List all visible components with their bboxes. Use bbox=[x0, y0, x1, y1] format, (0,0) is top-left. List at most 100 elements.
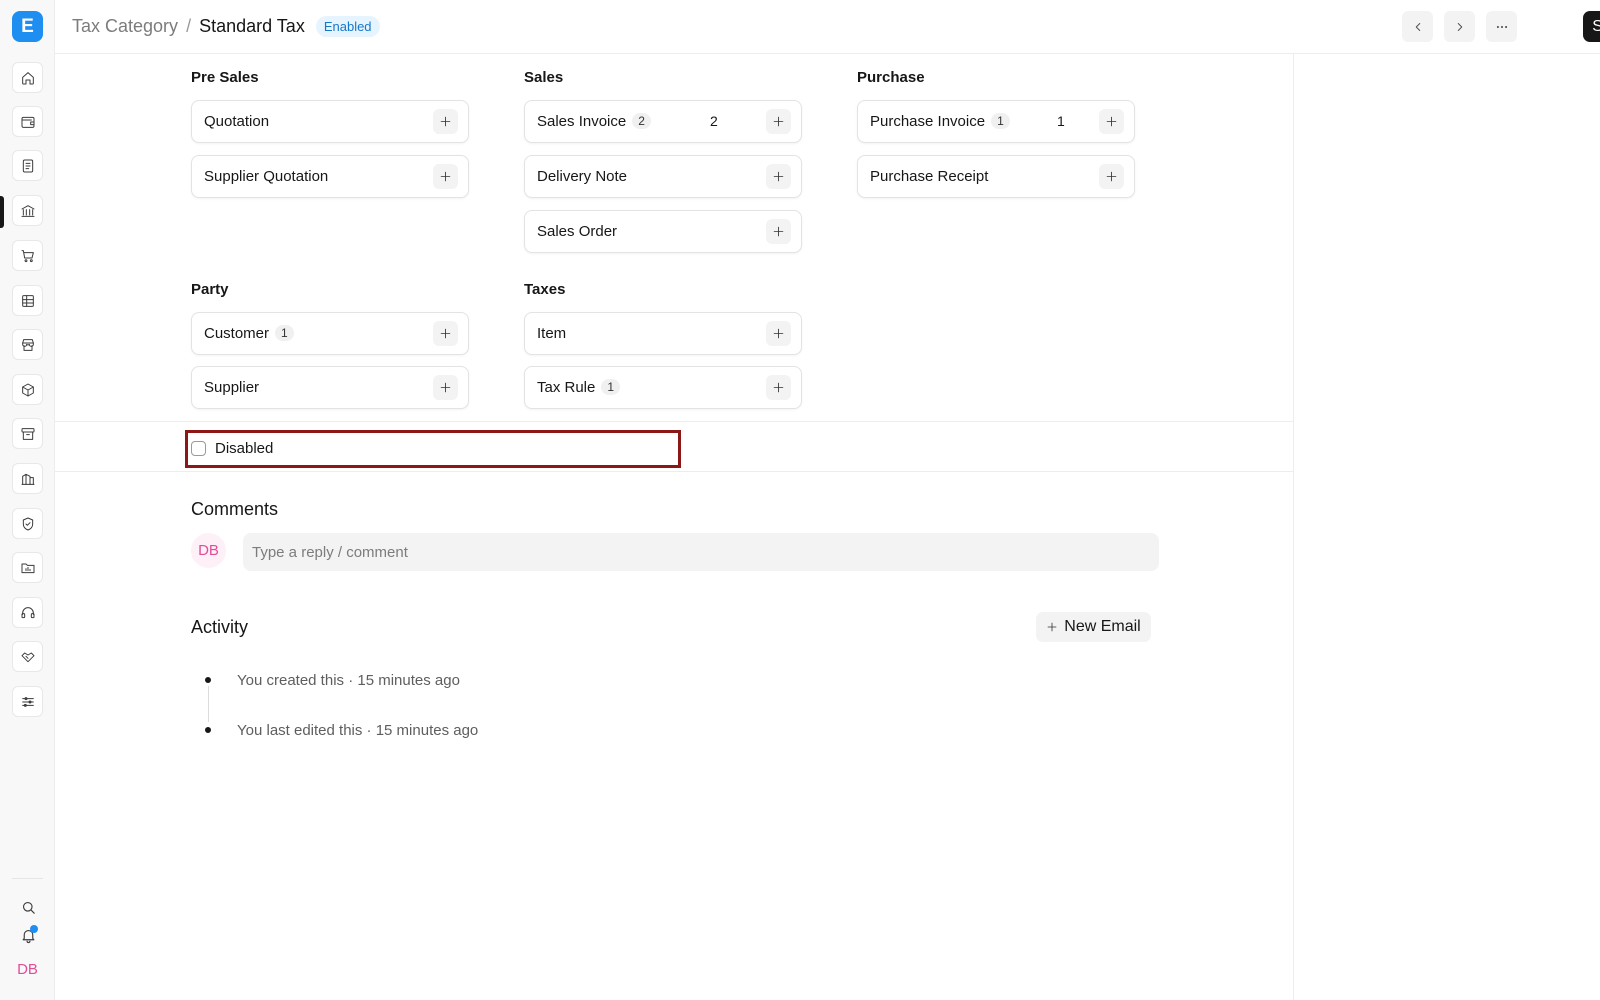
sidebar-item-home[interactable] bbox=[12, 62, 43, 93]
section-title-purchase: Purchase bbox=[857, 69, 925, 86]
plus-icon bbox=[773, 226, 784, 237]
breadcrumb: Tax Category / Standard Tax Enabled bbox=[72, 16, 380, 37]
add-item-button[interactable] bbox=[766, 321, 791, 346]
page-header: Tax Category / Standard Tax Enabled Save bbox=[55, 0, 1600, 54]
more-actions-button[interactable] bbox=[1486, 11, 1517, 42]
folder-chart-icon bbox=[21, 563, 34, 573]
disabled-checkbox-label[interactable]: Disabled bbox=[215, 440, 273, 457]
sidebar-item-accounting[interactable] bbox=[12, 106, 43, 137]
sidebar-search-button[interactable] bbox=[16, 895, 40, 919]
sidebar-item-crm[interactable] bbox=[12, 641, 43, 672]
connection-quotation[interactable]: Quotation bbox=[191, 100, 469, 143]
comment-input[interactable] bbox=[243, 533, 1159, 571]
connection-count-badge: 1 bbox=[991, 113, 1010, 129]
wallet-icon bbox=[21, 116, 34, 128]
timeline-line bbox=[208, 686, 209, 722]
sidebar: E DB bbox=[0, 0, 55, 1000]
connection-delivery-note[interactable]: Delivery Note bbox=[524, 155, 802, 198]
app-logo[interactable]: E bbox=[12, 11, 43, 42]
connection-supplier[interactable]: Supplier bbox=[191, 366, 469, 409]
add-purchase-receipt-button[interactable] bbox=[1099, 164, 1124, 189]
new-email-button[interactable]: New Email bbox=[1036, 612, 1151, 642]
section-title-pre-sales: Pre Sales bbox=[191, 69, 259, 86]
cart-icon bbox=[21, 249, 34, 262]
sidebar-item-banking[interactable] bbox=[12, 195, 43, 226]
add-delivery-note-button[interactable] bbox=[766, 164, 791, 189]
next-record-button[interactable] bbox=[1444, 11, 1475, 42]
add-supplier-button[interactable] bbox=[433, 375, 458, 400]
new-email-label: New Email bbox=[1064, 618, 1141, 635]
sidebar-item-quality[interactable] bbox=[12, 508, 43, 539]
chevron-right-icon bbox=[1457, 22, 1462, 31]
connection-label: Customer 1 bbox=[204, 325, 294, 342]
add-sales-order-button[interactable] bbox=[766, 219, 791, 244]
sidebar-item-buying[interactable] bbox=[12, 240, 43, 271]
shield-icon bbox=[22, 517, 33, 530]
timeline-dot bbox=[205, 727, 211, 733]
sidebar-panel-divider bbox=[1293, 54, 1294, 1000]
connection-purchase-receipt[interactable]: Purchase Receipt bbox=[857, 155, 1135, 198]
connection-label-text: Purchase Invoice bbox=[870, 113, 986, 130]
sidebar-divider bbox=[12, 878, 43, 879]
connection-tax-rule[interactable]: Tax Rule 1 bbox=[524, 366, 802, 409]
sidebar-item-selling[interactable] bbox=[12, 329, 43, 360]
sliders-icon bbox=[21, 696, 34, 707]
disabled-checkbox[interactable] bbox=[191, 441, 206, 456]
plus-icon bbox=[440, 171, 451, 182]
store-icon bbox=[21, 338, 34, 351]
plus-icon bbox=[773, 328, 784, 339]
add-tax-rule-button[interactable] bbox=[766, 375, 791, 400]
sidebar-item-support[interactable] bbox=[12, 597, 43, 628]
archive-icon bbox=[21, 427, 34, 440]
sidebar-item-tables[interactable] bbox=[12, 285, 43, 316]
sidebar-item-stock[interactable] bbox=[12, 374, 43, 405]
user-avatar[interactable]: DB bbox=[12, 958, 43, 982]
add-purchase-invoice-button[interactable] bbox=[1099, 109, 1124, 134]
plus-icon bbox=[773, 382, 784, 393]
breadcrumb-parent-link[interactable]: Tax Category bbox=[72, 16, 178, 37]
sidebar-item-projects[interactable] bbox=[12, 552, 43, 583]
previous-record-button[interactable] bbox=[1402, 11, 1433, 42]
add-customer-button[interactable] bbox=[433, 321, 458, 346]
active-nav-indicator bbox=[0, 196, 4, 228]
sidebar-item-manufacturing[interactable] bbox=[12, 463, 43, 494]
plus-icon bbox=[440, 382, 451, 393]
sidebar-item-settings[interactable] bbox=[12, 686, 43, 717]
connection-supplier-quotation[interactable]: Supplier Quotation bbox=[191, 155, 469, 198]
connection-label: Delivery Note bbox=[537, 168, 628, 185]
comments-title: Comments bbox=[191, 499, 279, 519]
activity-title: Activity bbox=[191, 617, 249, 637]
breadcrumb-separator: / bbox=[186, 16, 192, 36]
building-icon bbox=[21, 473, 34, 485]
document-icon bbox=[22, 159, 33, 172]
connection-label: Item bbox=[537, 325, 567, 342]
plus-icon bbox=[1106, 171, 1117, 182]
connection-item[interactable]: Item bbox=[524, 312, 802, 355]
package-icon bbox=[21, 383, 34, 396]
connection-customer[interactable]: Customer 1 bbox=[191, 312, 469, 355]
connection-label: Purchase Invoice 1 bbox=[870, 113, 1010, 130]
connection-sales-invoice[interactable]: Sales Invoice 2 2 bbox=[524, 100, 802, 143]
connection-label-text: Sales Invoice bbox=[537, 113, 627, 130]
section-title-sales: Sales bbox=[524, 69, 564, 86]
sidebar-item-assets[interactable] bbox=[12, 418, 43, 449]
section-divider bbox=[55, 471, 1293, 472]
sidebar-item-invoicing[interactable] bbox=[12, 150, 43, 181]
connection-sales-order[interactable]: Sales Order bbox=[524, 210, 802, 253]
add-sales-invoice-button[interactable] bbox=[766, 109, 791, 134]
add-supplier-quotation-button[interactable] bbox=[433, 164, 458, 189]
section-title-party: Party bbox=[191, 281, 229, 298]
open-count[interactable]: 2 bbox=[710, 113, 718, 129]
plus-icon bbox=[1106, 116, 1117, 127]
plus-icon bbox=[773, 116, 784, 127]
connection-label: Quotation bbox=[204, 113, 270, 130]
save-button[interactable]: Save bbox=[1583, 11, 1600, 42]
add-quotation-button[interactable] bbox=[433, 109, 458, 134]
bank-icon bbox=[21, 204, 34, 217]
plus-icon bbox=[773, 171, 784, 182]
connection-label: Purchase Receipt bbox=[870, 168, 989, 185]
connection-label-text: Customer bbox=[204, 325, 270, 342]
connection-label: Supplier Quotation bbox=[204, 168, 329, 185]
open-count[interactable]: 1 bbox=[1057, 113, 1065, 129]
connection-purchase-invoice[interactable]: Purchase Invoice 1 1 bbox=[857, 100, 1135, 143]
